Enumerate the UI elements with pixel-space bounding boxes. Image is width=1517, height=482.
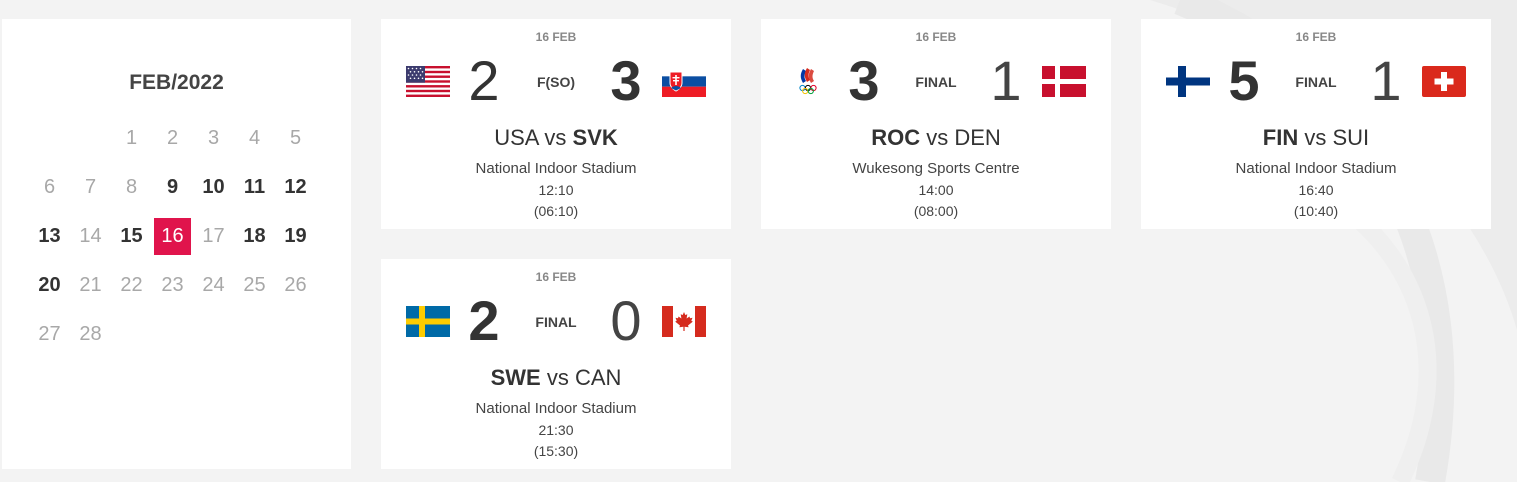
matchup-text: ROC vs DEN: [761, 125, 1111, 151]
calendar-day[interactable]: 5: [277, 120, 314, 157]
calendar-empty-cell: [277, 316, 314, 353]
calendar-empty-cell: [72, 120, 109, 157]
vs-label: vs: [926, 125, 949, 150]
match-venue: National Indoor Stadium: [475, 160, 637, 177]
roc-olympic-flag-icon: [786, 66, 830, 97]
match-time-other: (10:40): [1293, 203, 1339, 219]
swe-flag-icon: [406, 306, 450, 337]
away-score: 1: [990, 49, 1022, 112]
away-score: 0: [610, 289, 642, 352]
match-venue: National Indoor Stadium: [1235, 160, 1397, 177]
calendar-day[interactable]: 7: [72, 169, 109, 206]
calendar-empty-cell: [31, 120, 68, 157]
match-card[interactable]: 16 FEB 5 FINAL 1 FIN vs SUI National Ind…: [1141, 19, 1491, 229]
calendar-day[interactable]: 6: [31, 169, 68, 206]
calendar-day-selected[interactable]: 16: [154, 218, 191, 255]
home-score: 3: [848, 49, 880, 112]
home-team-code: ROC: [871, 125, 921, 150]
match-status: FINAL: [535, 314, 577, 330]
home-team-code: FIN: [1262, 125, 1299, 150]
svk-flag-icon: [662, 66, 706, 97]
vs-label: vs: [546, 365, 569, 390]
calendar-empty-cell: [113, 316, 150, 353]
home-score: 5: [1228, 49, 1260, 112]
calendar-day[interactable]: 11: [236, 169, 273, 206]
calendar-day[interactable]: 14: [72, 218, 109, 255]
calendar-day[interactable]: 15: [113, 218, 150, 255]
match-status: FINAL: [915, 74, 957, 90]
match-date: 16 FEB: [915, 30, 957, 44]
match-card[interactable]: 16 FEB 3 FINAL 1 ROC vs DEN Wukesong Spo…: [761, 19, 1111, 229]
calendar-day[interactable]: 4: [236, 120, 273, 157]
match-time-other: (08:00): [913, 203, 959, 219]
calendar-day[interactable]: 25: [236, 267, 273, 304]
calendar-day[interactable]: 19: [277, 218, 314, 255]
calendar-day[interactable]: 23: [154, 267, 191, 304]
calendar-empty-cell: [154, 316, 191, 353]
calendar-day[interactable]: 24: [195, 267, 232, 304]
calendar-day[interactable]: 22: [113, 267, 150, 304]
match-time-local: 21:30: [538, 422, 574, 438]
den-flag-icon: [1042, 66, 1086, 97]
fin-flag-icon: [1166, 66, 1210, 97]
home-team-code: USA: [494, 125, 539, 150]
match-time-local: 16:40: [1298, 182, 1334, 198]
calendar-day[interactable]: 18: [236, 218, 273, 255]
calendar-day[interactable]: 9: [154, 169, 191, 206]
calendar-day[interactable]: 17: [195, 218, 232, 255]
calendar-day[interactable]: 1: [113, 120, 150, 157]
match-time-local: 14:00: [918, 182, 954, 198]
match-time-local: 12:10: [538, 182, 574, 198]
calendar-empty-cell: [236, 316, 273, 353]
calendar-day[interactable]: 12: [277, 169, 314, 206]
away-team-code: CAN: [574, 365, 622, 390]
calendar-month-title: FEB/2022: [129, 71, 224, 94]
match-status: F(SO): [536, 74, 576, 90]
usa-flag-icon: [406, 66, 450, 97]
match-date: 16 FEB: [535, 270, 577, 284]
match-venue: Wukesong Sports Centre: [852, 160, 1020, 177]
matchup-text: SWE vs CAN: [381, 365, 731, 391]
match-date: 16 FEB: [535, 30, 577, 44]
match-time-other: (15:30): [533, 443, 579, 459]
match-card[interactable]: 16 FEB 2 F(SO) 3 USA vs SVK National Ind…: [381, 19, 731, 229]
calendar-day[interactable]: 28: [72, 316, 109, 353]
away-score: 3: [610, 49, 642, 112]
calendar-day[interactable]: 20: [31, 267, 68, 304]
match-status: FINAL: [1295, 74, 1337, 90]
away-team-code: SVK: [572, 125, 618, 150]
can-flag-icon: [662, 306, 706, 337]
match-venue: National Indoor Stadium: [475, 400, 637, 417]
home-score: 2: [468, 289, 500, 352]
away-score: 1: [1370, 49, 1402, 112]
calendar-empty-cell: [195, 316, 232, 353]
vs-label: vs: [1304, 125, 1327, 150]
match-date: 16 FEB: [1295, 30, 1337, 44]
matchup-text: USA vs SVK: [381, 125, 731, 151]
calendar-day[interactable]: 3: [195, 120, 232, 157]
away-team-code: SUI: [1332, 125, 1370, 150]
home-score: 2: [468, 49, 500, 112]
sui-flag-icon: [1422, 66, 1466, 97]
matchup-text: FIN vs SUI: [1141, 125, 1491, 151]
match-card[interactable]: 16 FEB 2 FINAL 0 SWE vs CAN National Ind…: [381, 259, 731, 469]
away-team-code: DEN: [954, 125, 1001, 150]
calendar-day[interactable]: 2: [154, 120, 191, 157]
calendar-day[interactable]: 13: [31, 218, 68, 255]
calendar-day[interactable]: 21: [72, 267, 109, 304]
calendar-day[interactable]: 27: [31, 316, 68, 353]
calendar-day[interactable]: 8: [113, 169, 150, 206]
home-team-code: SWE: [490, 365, 541, 390]
vs-label: vs: [544, 125, 567, 150]
calendar-day[interactable]: 26: [277, 267, 314, 304]
calendar-day-grid: 1 2 3 4 5 6 7 8 9 10 11 12 13 14 15 16 17 18 19 20 21 22 23 24 2…: [31, 120, 318, 365]
date-calendar: FEB/2022 1 2 3 4 5 6 7 8 9 10 11 12 13 14 15 16 17 18 19 20…: [2, 19, 351, 469]
match-time-other: (06:10): [533, 203, 579, 219]
calendar-day[interactable]: 10: [195, 169, 232, 206]
